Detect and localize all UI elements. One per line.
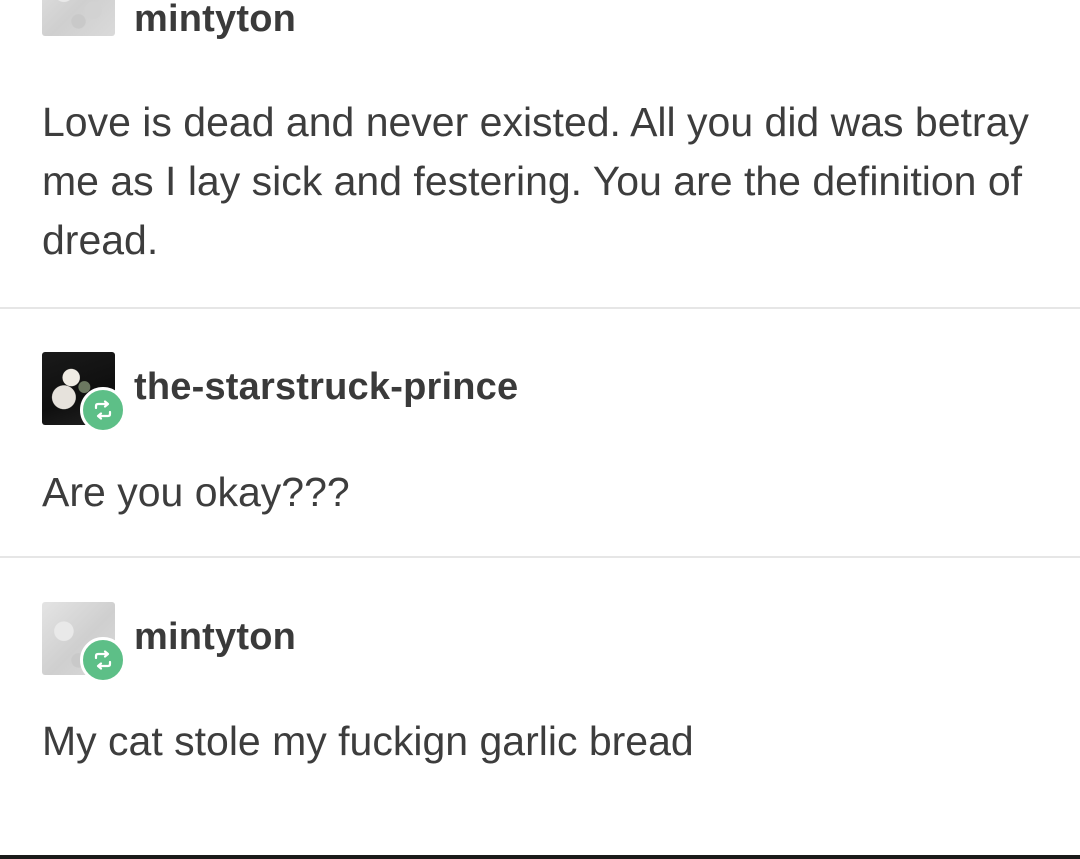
divider [0,556,1080,558]
post-text: My cat stole my fuckign garlic bread [42,718,694,764]
reblog-icon [80,637,126,683]
username[interactable]: mintyton [134,0,296,41]
post-text: Love is dead and never existed. All you … [42,99,1029,263]
frame-edge [0,855,1080,859]
post-text: Are you okay??? [42,469,350,515]
avatar[interactable] [42,0,115,36]
reblog-icon [80,387,126,433]
divider [0,307,1080,309]
username[interactable]: mintyton [134,615,296,659]
username[interactable]: the-starstruck-prince [134,365,518,409]
